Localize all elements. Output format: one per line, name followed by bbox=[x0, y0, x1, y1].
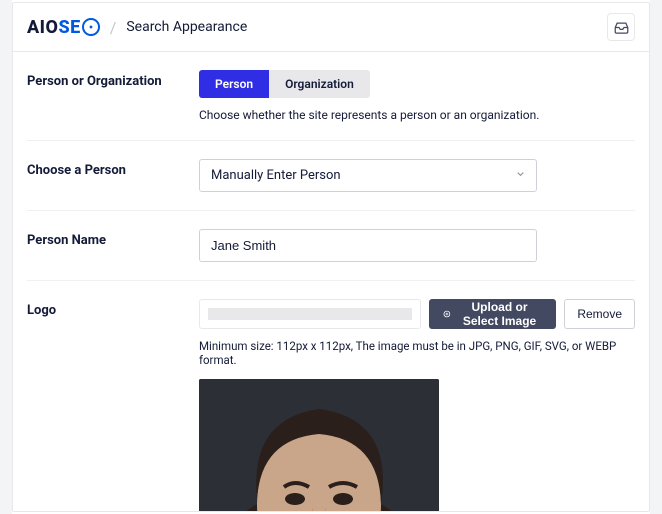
separator: / bbox=[110, 18, 117, 37]
logo: AIOSE bbox=[27, 17, 100, 38]
chevron-down-icon bbox=[515, 168, 526, 183]
label-logo: Logo bbox=[27, 299, 199, 512]
label-choose-person: Choose a Person bbox=[27, 159, 199, 192]
page-title: Search Appearance bbox=[126, 19, 247, 35]
logo-hint: Minimum size: 112px x 112px, The image m… bbox=[199, 339, 635, 367]
upload-image-button[interactable]: Upload or Select Image bbox=[429, 299, 556, 329]
toggle-organization[interactable]: Organization bbox=[269, 70, 370, 98]
person-name-input[interactable] bbox=[199, 229, 537, 262]
remove-image-button[interactable]: Remove bbox=[564, 299, 635, 329]
inbox-button[interactable] bbox=[607, 13, 635, 41]
person-select-value: Manually Enter Person bbox=[211, 168, 341, 183]
entity-type-toggle: Person Organization bbox=[199, 70, 370, 98]
placeholder-bar bbox=[208, 308, 412, 320]
toggle-person[interactable]: Person bbox=[199, 70, 269, 98]
logo-preview bbox=[199, 379, 439, 512]
help-text: Choose whether the site represents a per… bbox=[199, 108, 635, 122]
header: AIOSE / Search Appearance bbox=[13, 3, 649, 52]
logo-url-input[interactable] bbox=[199, 299, 421, 329]
label-person-org: Person or Organization bbox=[27, 70, 199, 122]
gear-icon bbox=[82, 18, 100, 36]
person-select[interactable]: Manually Enter Person bbox=[199, 159, 537, 192]
label-person-name: Person Name bbox=[27, 229, 199, 262]
upload-icon bbox=[443, 308, 451, 320]
